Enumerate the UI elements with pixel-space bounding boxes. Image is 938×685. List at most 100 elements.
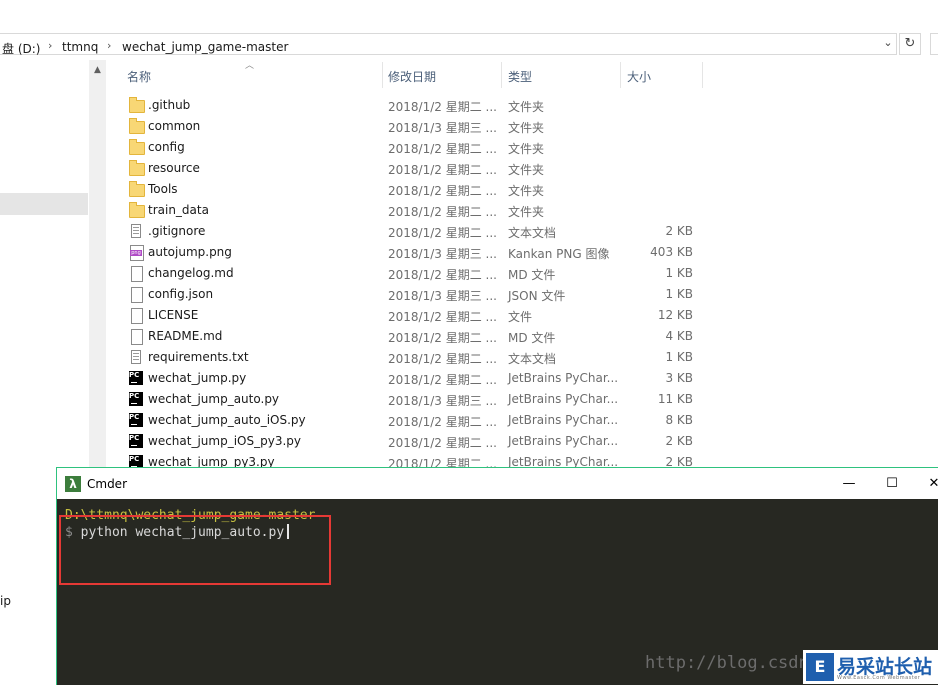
file-name: config [148, 140, 185, 154]
logo-subtext: Www.Easck.Com Webmaster [837, 675, 921, 681]
file-size: 1 KB [665, 350, 693, 364]
chevron-down-icon[interactable]: ⌄ [880, 34, 896, 52]
cmder-title-bar[interactable]: λ Cmder — ☐ ✕ [57, 468, 938, 499]
navigation-pane [0, 58, 88, 478]
file-icon [131, 308, 143, 324]
file-name: wechat_jump_iOS_py3.py [148, 434, 301, 448]
file-row[interactable]: LICENSE 2018/1/2 星期二 ... 文件 12 KB [107, 305, 707, 326]
file-date: 2018/1/2 星期二 ... [388, 163, 497, 177]
file-type: 文件夹 [508, 184, 545, 198]
logo-icon: E [806, 653, 834, 681]
file-row[interactable]: autojump.png 2018/1/3 星期三 ... Kankan PNG 图… [107, 242, 707, 263]
vertical-scrollbar[interactable]: ▲ [89, 60, 106, 523]
close-button[interactable]: ✕ [919, 474, 938, 494]
file-name: Tools [148, 182, 178, 196]
file-date: 2018/1/3 星期三 ... [388, 121, 497, 135]
folder-icon [129, 118, 145, 134]
column-header-name[interactable]: 名称 [127, 68, 151, 85]
file-row[interactable]: Tools 2018/1/2 星期二 ... 文件夹 [107, 179, 707, 200]
file-name: autojump.png [148, 245, 232, 259]
file-date: 2018/1/2 星期二 ... [388, 142, 497, 156]
search-input[interactable] [930, 33, 938, 55]
file-type: 文件夹 [508, 163, 545, 177]
pycharm-file-icon: PC [129, 392, 143, 406]
file-row[interactable]: PC wechat_jump.py 2018/1/2 星期二 ... JetBrain… [107, 368, 707, 389]
file-date: 2018/1/2 星期二 ... [388, 268, 497, 282]
file-size: 4 KB [665, 329, 693, 343]
nav-item-truncated[interactable]: ip [0, 594, 11, 608]
file-row[interactable]: config 2018/1/2 星期二 ... 文件夹 [107, 137, 707, 158]
file-date: 2018/1/2 星期二 ... [388, 352, 497, 366]
breadcrumb-drive[interactable]: 盘 (D:) [2, 40, 40, 57]
file-size: 3 KB [665, 371, 693, 385]
file-row[interactable]: README.md 2018/1/2 星期二 ... MD 文件 4 KB [107, 326, 707, 347]
column-header-size[interactable]: 大小 [627, 68, 651, 85]
folder-icon [129, 181, 145, 197]
file-row[interactable]: PC wechat_jump_auto.py 2018/1/3 星期三 ... Jet… [107, 389, 707, 410]
file-name: wechat_jump_auto.py [148, 392, 280, 406]
column-header-type[interactable]: 类型 [508, 68, 532, 85]
column-divider[interactable] [702, 62, 703, 88]
column-header-date[interactable]: 修改日期 [388, 68, 436, 85]
address-bar-row: 盘 (D:) › ttmnq › wechat_jump_game-master… [0, 30, 938, 56]
column-divider[interactable] [501, 62, 502, 88]
file-row[interactable]: .gitignore 2018/1/2 星期二 ... 文本文档 2 KB [107, 221, 707, 242]
file-row[interactable]: resource 2018/1/2 星期二 ... 文件夹 [107, 158, 707, 179]
file-type: MD 文件 [508, 268, 556, 282]
minimize-button[interactable]: — [834, 474, 864, 494]
folder-icon [129, 202, 145, 218]
file-name: .gitignore [148, 224, 206, 238]
site-logo: E 易采站长站 Www.Easck.Com Webmaster [803, 650, 938, 684]
refresh-icon[interactable]: ↻ [899, 33, 921, 55]
file-icon [131, 329, 143, 345]
file-name: wechat_jump.py [148, 371, 247, 385]
file-row[interactable]: PC wechat_jump_iOS_py3.py 2018/1/2 星期二 ...… [107, 431, 707, 452]
file-date: 2018/1/2 星期二 ... [388, 373, 497, 387]
scroll-up-arrow-icon[interactable]: ▲ [89, 62, 106, 79]
file-row[interactable]: PC wechat_jump_auto_iOS.py 2018/1/2 星期二 ..… [107, 410, 707, 431]
file-size: 1 KB [665, 266, 693, 280]
file-type: JetBrains PyChar... [508, 413, 619, 427]
file-date: 2018/1/3 星期三 ... [388, 289, 497, 303]
address-bar[interactable]: 盘 (D:) › ttmnq › wechat_jump_game-master [0, 33, 897, 57]
nav-selected-item[interactable] [0, 193, 88, 215]
file-date: 2018/1/2 星期二 ... [388, 436, 497, 450]
watermark-text: http://blog.csdn [645, 653, 809, 673]
file-type: JetBrains PyChar... [508, 371, 619, 385]
file-name: README.md [148, 329, 223, 343]
column-divider[interactable] [620, 62, 621, 88]
file-date: 2018/1/2 星期二 ... [388, 226, 497, 240]
file-row[interactable]: config.json 2018/1/3 星期三 ... JSON 文件 1 KB [107, 284, 707, 305]
chevron-right-icon: › [48, 39, 53, 52]
file-size: 2 KB [665, 224, 693, 238]
file-size: 1 KB [665, 287, 693, 301]
file-date: 2018/1/2 星期二 ... [388, 310, 497, 324]
file-row[interactable]: train_data 2018/1/2 星期二 ... 文件夹 [107, 200, 707, 221]
file-type: JSON 文件 [508, 289, 566, 303]
file-date: 2018/1/2 星期二 ... [388, 331, 497, 345]
file-icon [131, 266, 143, 282]
file-type: 文件夹 [508, 100, 545, 114]
column-divider[interactable] [382, 62, 383, 88]
breadcrumb-current-folder[interactable]: wechat_jump_game-master [122, 40, 288, 54]
text-file-icon [131, 350, 141, 364]
pycharm-file-icon: PC [129, 434, 143, 448]
file-type: 文本文档 [508, 226, 557, 240]
highlight-box [59, 515, 331, 585]
file-date: 2018/1/2 星期二 ... [388, 100, 497, 114]
window-title: Cmder [87, 477, 128, 491]
breadcrumb-ttmnq[interactable]: ttmnq [62, 40, 98, 54]
file-row[interactable]: requirements.txt 2018/1/2 星期二 ... 文本文档 1 KB [107, 347, 707, 368]
file-name: common [148, 119, 201, 133]
file-row[interactable]: .github 2018/1/2 星期二 ... 文件夹 [107, 95, 707, 116]
file-type: JetBrains PyChar... [508, 434, 619, 448]
file-size: 2 KB [665, 434, 693, 448]
file-row[interactable]: changelog.md 2018/1/2 星期二 ... MD 文件 1 KB [107, 263, 707, 284]
file-name: train_data [148, 203, 209, 217]
file-type: 文本文档 [508, 352, 557, 366]
file-row[interactable]: common 2018/1/3 星期三 ... 文件夹 [107, 116, 707, 137]
file-type: 文件夹 [508, 142, 545, 156]
file-name: .github [148, 98, 191, 112]
maximize-button[interactable]: ☐ [877, 474, 907, 494]
file-date: 2018/1/2 星期二 ... [388, 415, 497, 429]
